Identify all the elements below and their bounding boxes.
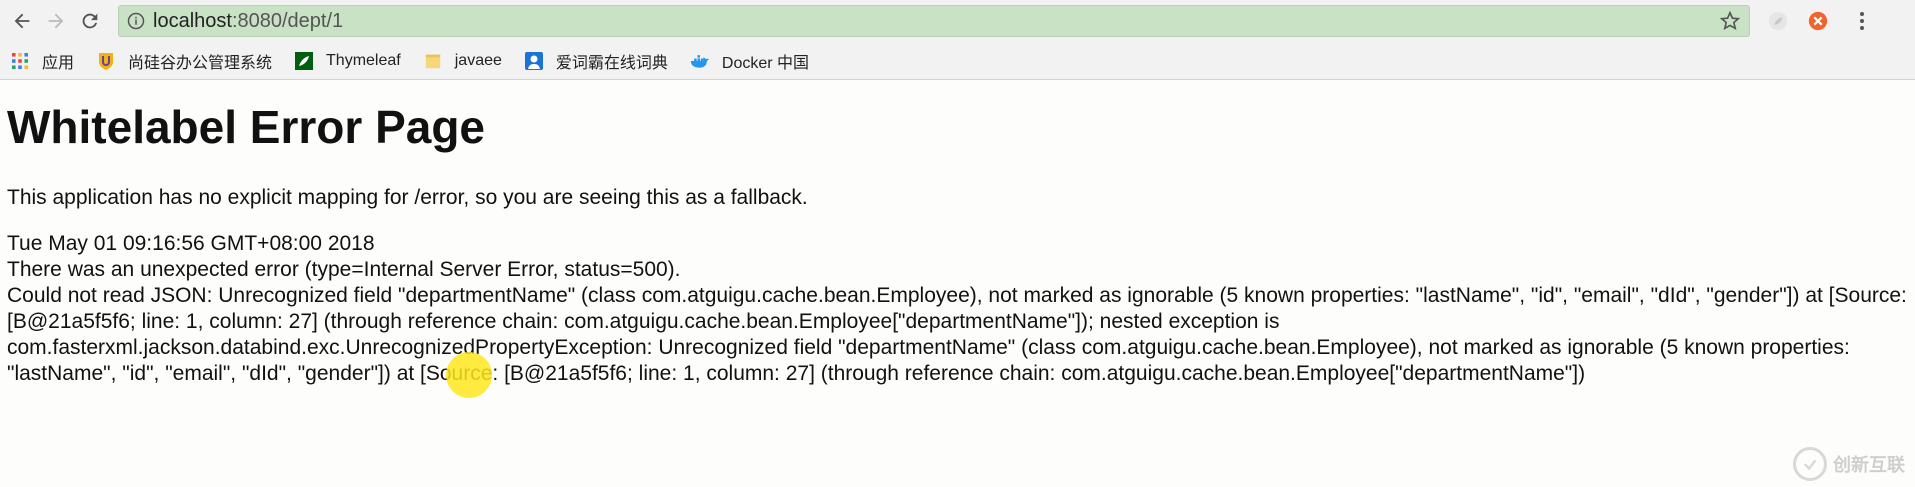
bookmark-iciba-dictionary[interactable]: 爱词霸在线词典	[524, 49, 668, 73]
thymeleaf-leaf-icon	[294, 51, 314, 71]
bookmark-label: 应用	[42, 54, 75, 72]
info-icon[interactable]	[127, 12, 145, 30]
extension-orange-icon	[1808, 11, 1828, 31]
error-timestamp: Tue May 01 09:16:56 GMT+08:00 2018	[7, 231, 375, 255]
url-text: localhost:8080/dept/1	[153, 10, 1719, 33]
page-title: Whitelabel Error Page	[7, 101, 486, 153]
bookmark-label: Docker 中国	[721, 54, 810, 72]
page-content: Whitelabel Error Page This application h…	[0, 80, 1915, 387]
extension-button-2[interactable]	[1806, 9, 1830, 33]
fallback-message: This application has no explicit mapping…	[7, 185, 808, 209]
watermark-text: 创新互联	[1833, 455, 1905, 475]
dictionary-icon	[524, 51, 544, 71]
back-button[interactable]	[8, 7, 36, 35]
bookmark-javaee-folder[interactable]: javaee	[423, 51, 502, 71]
bookmark-atguigu-office[interactable]: 尚硅谷办公管理系统	[96, 49, 272, 73]
bookmarks-bar: 应用 尚硅谷办公管理系统 Thymeleaf javaee 爱词霸在线词典 Do…	[0, 42, 1915, 80]
shield-logo-icon	[96, 51, 116, 71]
apps-grid-icon	[10, 51, 30, 71]
star-icon[interactable]	[1719, 10, 1741, 32]
bookmark-label: Thymeleaf	[326, 51, 401, 69]
menu-dot	[1860, 26, 1864, 30]
extension-button-1[interactable]	[1766, 9, 1790, 33]
bookmark-docker-china[interactable]: Docker 中国	[690, 49, 809, 73]
menu-dot	[1860, 19, 1864, 23]
forward-button[interactable]	[42, 7, 70, 35]
reload-button[interactable]	[76, 7, 104, 35]
bookmark-label: 尚硅谷办公管理系统	[128, 54, 273, 72]
error-details: Tue May 01 09:16:56 GMT+08:00 2018 There…	[7, 231, 1907, 387]
address-bar[interactable]: localhost:8080/dept/1	[118, 5, 1750, 37]
watermark: 创新互联	[1793, 447, 1905, 481]
bookmark-label: 爱词霸在线词典	[555, 54, 668, 72]
url-host: localhost	[153, 9, 232, 32]
browser-toolbar: localhost:8080/dept/1	[0, 0, 1915, 42]
bookmark-label: javaee	[454, 51, 502, 69]
error-type-line: There was an unexpected error (type=Inte…	[7, 257, 681, 281]
watermark-logo-icon	[1793, 447, 1827, 481]
url-port-path: :8080/dept/1	[231, 9, 344, 32]
reload-icon	[82, 13, 98, 29]
extension-leaf-icon	[1768, 11, 1788, 31]
folder-icon	[423, 51, 443, 71]
arrow-right-icon	[48, 13, 64, 29]
arrow-left-icon	[14, 13, 30, 29]
bookmark-apps[interactable]: 应用	[10, 49, 74, 73]
menu-dot	[1860, 12, 1864, 16]
docker-whale-icon	[690, 51, 710, 71]
bookmark-thymeleaf[interactable]: Thymeleaf	[294, 51, 401, 71]
error-message: Could not read JSON: Unrecognized field …	[7, 283, 1907, 385]
browser-menu-button[interactable]	[1850, 7, 1874, 35]
